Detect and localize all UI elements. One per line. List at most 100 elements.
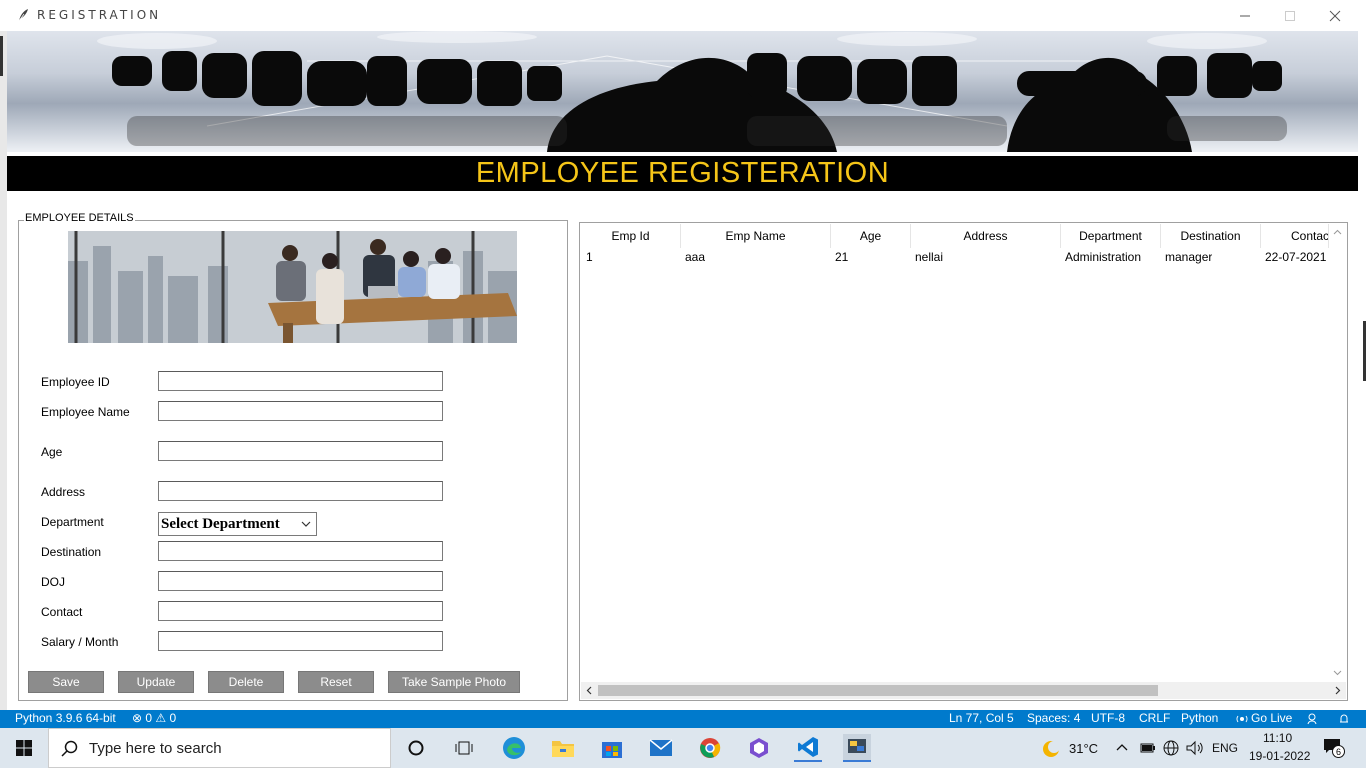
chevron-left-icon[interactable] (585, 686, 594, 695)
column-header-department[interactable]: Department (1061, 224, 1161, 248)
take-sample-photo-button[interactable]: Take Sample Photo (388, 671, 520, 693)
mail-icon (649, 739, 673, 756)
minimize-icon (1239, 15, 1250, 16)
salary-input[interactable] (158, 631, 443, 651)
close-button[interactable] (1312, 0, 1357, 31)
chevron-down-icon (301, 521, 311, 527)
feather-icon (18, 9, 28, 22)
search-placeholder: Type here to search (89, 740, 222, 757)
column-header-emp-id[interactable]: Emp Id (581, 224, 681, 248)
column-header-destination[interactable]: Destination (1161, 224, 1261, 248)
language-mode[interactable]: Python (1181, 711, 1218, 725)
encoding[interactable]: UTF-8 (1091, 711, 1125, 725)
python-app[interactable] (843, 734, 871, 762)
employee-name-label: Employee Name (41, 405, 130, 419)
go-live-button[interactable]: Go Live (1251, 711, 1292, 725)
doj-input[interactable] (158, 571, 443, 591)
maximize-button[interactable] (1267, 0, 1312, 31)
edge-app[interactable] (500, 734, 528, 762)
chevron-up-icon[interactable] (1116, 742, 1128, 752)
department-label: Department (41, 515, 104, 529)
update-button[interactable]: Update (118, 671, 194, 693)
python-tk-icon (848, 739, 866, 753)
clock-date[interactable]: 19-01-2022 (1249, 749, 1310, 763)
speaker-icon[interactable] (1186, 740, 1204, 756)
notification-center-button[interactable]: 6 (1323, 738, 1345, 758)
cell-age: 21 (835, 250, 849, 264)
cube-app[interactable] (745, 734, 773, 762)
feedback-icon[interactable] (1307, 713, 1319, 725)
windows-logo-icon (16, 740, 32, 756)
column-header-age[interactable]: Age (831, 224, 911, 248)
delete-button[interactable]: Delete (208, 671, 284, 693)
task-view-icon (455, 741, 473, 755)
chevron-right-icon[interactable] (1333, 686, 1342, 695)
mail-app[interactable] (647, 734, 675, 762)
vscode-icon (798, 737, 818, 757)
start-button[interactable] (10, 734, 38, 762)
problems-count[interactable]: ⊗ 0 ⚠ 0 (132, 711, 176, 725)
chrome-app[interactable] (696, 734, 724, 762)
weather-icon[interactable] (1041, 739, 1061, 759)
cortana-button[interactable] (402, 734, 430, 762)
reset-button[interactable]: Reset (298, 671, 374, 693)
windows-taskbar: Type here to search 31°C ENG 11:10 19-01… (0, 728, 1366, 768)
employee-id-input[interactable] (158, 371, 443, 391)
cell-destination: manager (1165, 250, 1213, 264)
taskbar-search[interactable]: Type here to search (48, 728, 391, 768)
cursor-position[interactable]: Ln 77, Col 5 (949, 711, 1014, 725)
line-endings[interactable]: CRLF (1139, 711, 1170, 725)
page-title: EMPLOYEE REGISTERATION (475, 157, 890, 189)
window-title: REGISTRATION (37, 8, 162, 22)
employee-details-legend: EMPLOYEE DETAILS (24, 212, 135, 224)
folder-icon (552, 741, 574, 757)
file-explorer-app[interactable] (549, 734, 577, 762)
table-horizontal-scrollbar[interactable] (581, 682, 1346, 699)
cell-department: Administration (1065, 250, 1142, 264)
weather-temperature[interactable]: 31°C (1069, 741, 1098, 756)
age-label: Age (41, 445, 63, 459)
python-interpreter[interactable]: Python 3.9.6 64-bit (15, 711, 116, 725)
hexagon-app-icon (750, 738, 768, 758)
battery-icon[interactable] (1140, 742, 1156, 754)
vscode-app[interactable] (794, 734, 822, 762)
maximize-icon (1284, 10, 1295, 21)
destination-input[interactable] (158, 541, 443, 561)
cortana-icon (408, 740, 424, 756)
column-header-address[interactable]: Address (911, 224, 1061, 248)
clock-time[interactable]: 11:10 (1263, 731, 1292, 745)
column-header-emp-name[interactable]: Emp Name (681, 224, 831, 248)
address-input[interactable] (158, 481, 443, 501)
employee-name-input[interactable] (158, 401, 443, 421)
window-titlebar: REGISTRATION (0, 0, 1366, 31)
column-header-contact[interactable]: Contact (1261, 224, 1329, 248)
minimize-button[interactable] (1222, 0, 1267, 31)
broadcast-icon (1236, 715, 1248, 723)
save-button[interactable]: Save (28, 671, 104, 693)
department-select[interactable]: Select Department (158, 512, 317, 536)
bell-icon[interactable] (1338, 713, 1350, 725)
destination-label: Destination (41, 545, 102, 559)
store-app[interactable] (598, 734, 626, 762)
input-language[interactable]: ENG (1212, 741, 1238, 755)
network-globe-icon[interactable] (1163, 740, 1179, 756)
chevron-down-icon[interactable] (1333, 668, 1342, 677)
task-view-button[interactable] (450, 734, 478, 762)
cell-contact: 22-07-2021 (1265, 250, 1327, 264)
indentation[interactable]: Spaces: 4 (1027, 711, 1080, 725)
horizontal-scroll-thumb[interactable] (598, 685, 1158, 696)
address-label: Address (41, 485, 86, 499)
age-input[interactable] (158, 441, 443, 461)
employee-table (579, 222, 1348, 701)
search-icon (61, 740, 78, 757)
salary-label: Salary / Month (41, 635, 119, 649)
edge-icon (503, 737, 525, 759)
vscode-status-bar: Python 3.9.6 64-bit ⊗ 0 ⚠ 0 Ln 77, Col 5… (0, 710, 1366, 728)
background-window-edge (0, 31, 7, 710)
contact-input[interactable] (158, 601, 443, 621)
banner-image (7, 31, 1358, 152)
chevron-up-icon[interactable] (1333, 228, 1342, 237)
table-vertical-scrollbar[interactable] (1329, 224, 1346, 682)
cell-emp-name: aaa (685, 250, 706, 264)
department-select-value: Select Department (161, 515, 280, 532)
